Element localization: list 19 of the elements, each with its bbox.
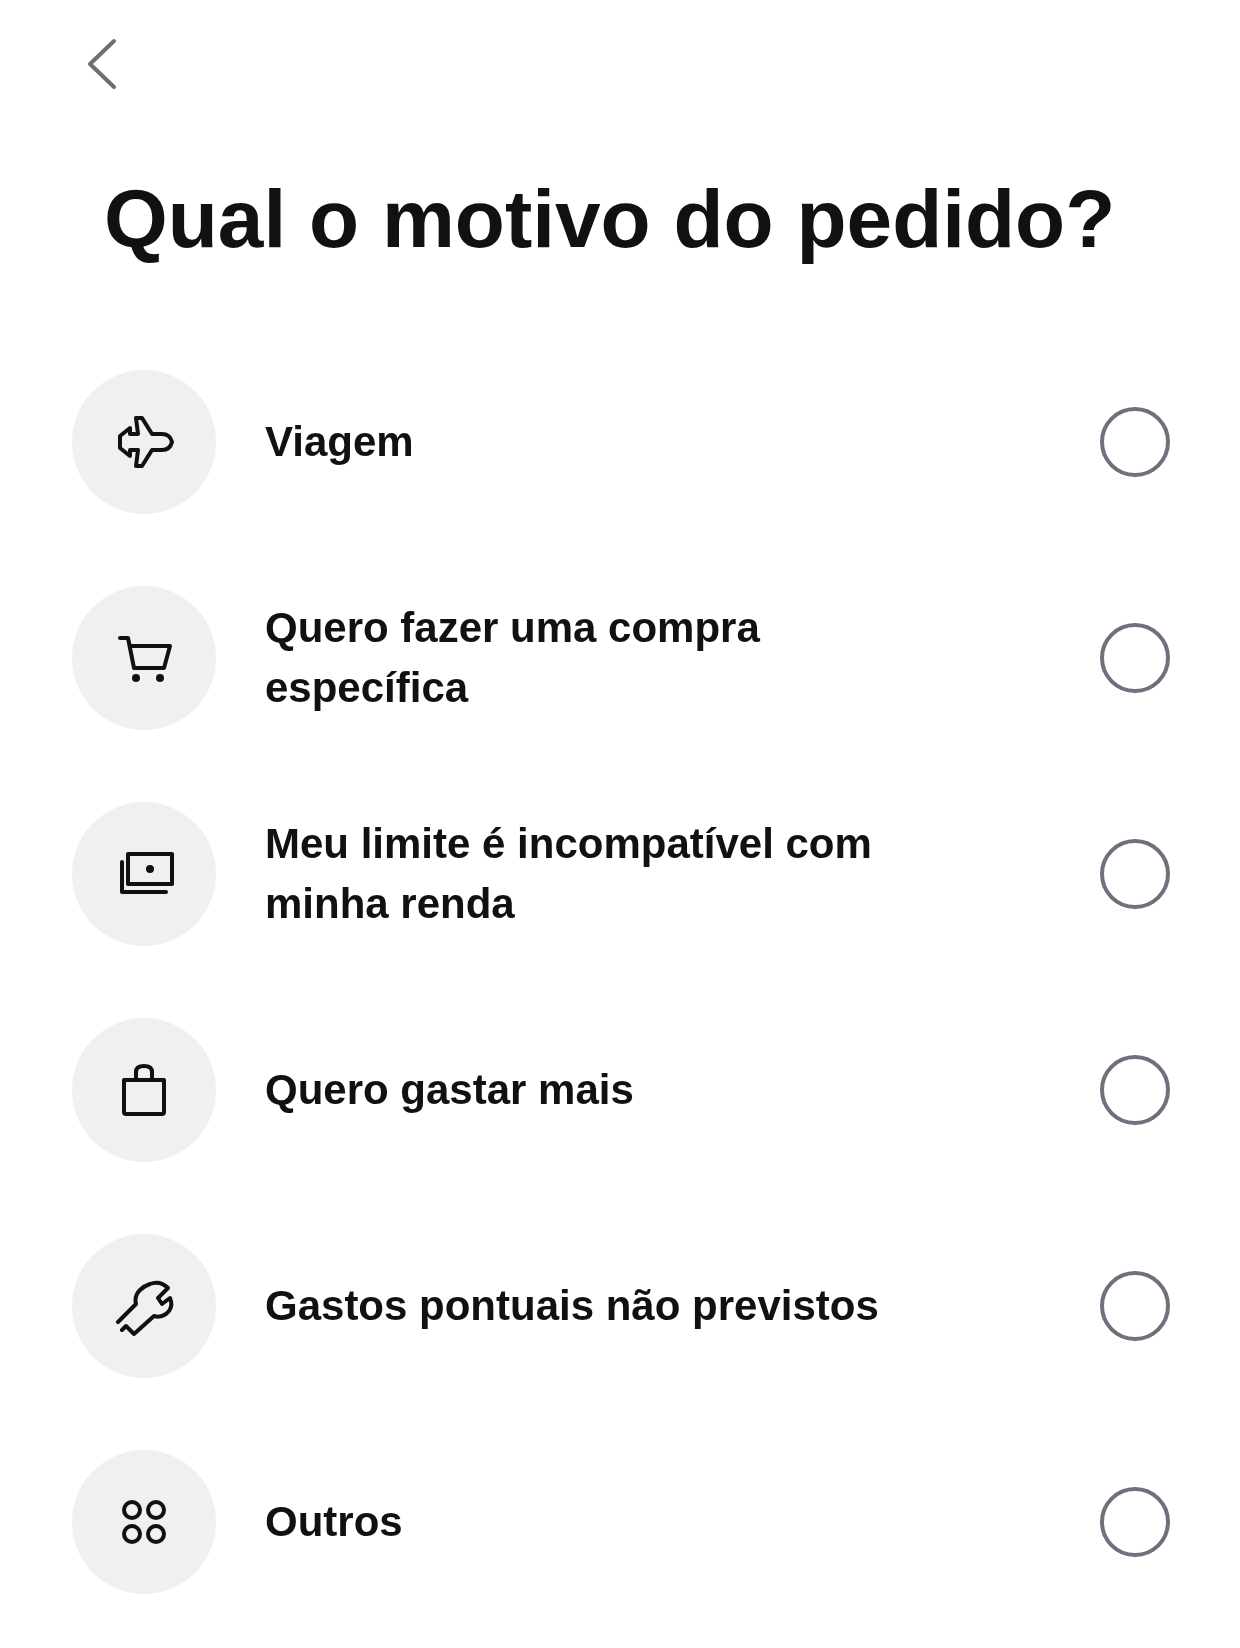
radio-button[interactable] [1100,839,1170,910]
option-label: Viagem [265,417,415,468]
radio-button[interactable] [1100,1271,1170,1342]
radio-button[interactable] [1100,1055,1170,1126]
option-label: Quero fazer uma compra específica [265,603,761,714]
option-row[interactable]: Quero fazer uma compra específica [72,586,1170,731]
option-row[interactable]: Meu limite é incompatível com minha renda [72,802,1170,947]
option-row[interactable]: Viagem [72,370,1170,515]
radio-button[interactable] [1100,407,1170,478]
option-row[interactable]: Gastos pontuais não previstos [72,1234,1170,1379]
option-label: Gastos pontuais não previstos [265,1281,880,1332]
option-label: Quero gastar mais [265,1065,635,1116]
radio-button[interactable] [1100,1487,1170,1558]
radio-button[interactable] [1100,623,1170,694]
option-row[interactable]: Quero gastar mais [72,1018,1170,1163]
option-row[interactable]: Outros [72,1450,1170,1595]
option-label: Outros [265,1497,404,1548]
page-title: Qual o motivo do pedido? [104,174,1117,265]
option-label: Meu limite é incompatível com minha renda [265,819,873,930]
